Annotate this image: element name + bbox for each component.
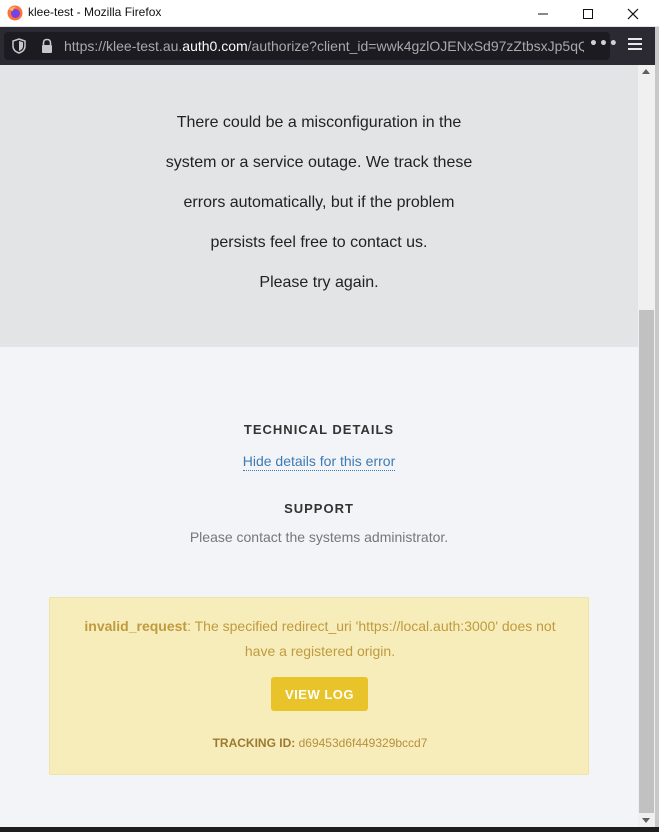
tracking-id-row: TRACKING ID: d69453d6f449329bccd7: [50, 736, 590, 750]
minimize-icon: [538, 13, 548, 14]
error-message-text: : The specified redirect_uri 'https://lo…: [187, 618, 556, 659]
close-icon: [627, 8, 639, 19]
tracking-id-label: TRACKING ID:: [212, 736, 296, 750]
view-log-button[interactable]: VIEW LOG: [271, 677, 368, 711]
error-code: invalid_request: [84, 618, 188, 634]
try-again-text: Please try again.: [259, 274, 379, 291]
maximize-button[interactable]: [565, 0, 611, 27]
vertical-scrollbar[interactable]: [638, 65, 655, 827]
technical-details-heading: TECHNICAL DETAILS: [243, 422, 395, 437]
tracking-id-value: d69453d6f449329bccd7: [298, 736, 428, 750]
firefox-logo-icon: [7, 5, 23, 21]
hide-details-link-row: Hide details for this error: [0, 453, 638, 471]
window-bottom-edge: [0, 827, 659, 832]
error-message: invalid_request: The specified redirect_…: [70, 614, 570, 664]
window-title: klee-test - Mozilla Firefox: [28, 5, 162, 19]
url-prefix: https://klee-test.au.: [64, 38, 183, 54]
close-button[interactable]: [610, 0, 656, 27]
browser-toolbar: https://klee-test.au.auth0.com/authorize…: [0, 27, 659, 65]
hamburger-icon[interactable]: [628, 38, 642, 52]
background-window-edge: [655, 27, 659, 827]
url-text[interactable]: https://klee-test.au.auth0.com/authorize…: [64, 38, 584, 54]
error-description: There could be a misconfiguration in the…: [0, 103, 638, 303]
scrollbar-thumb[interactable]: [639, 310, 654, 813]
scroll-down-arrow-icon[interactable]: [642, 818, 650, 823]
address-bar[interactable]: https://klee-test.au.auth0.com/authorize…: [4, 32, 618, 60]
error-description-panel: There could be a misconfiguration in the…: [0, 65, 638, 347]
page-content: There could be a misconfiguration in the…: [0, 65, 638, 827]
minimize-button[interactable]: [520, 0, 566, 27]
page-actions-more-icon[interactable]: •••: [589, 36, 619, 52]
scroll-up-arrow-icon[interactable]: [642, 69, 650, 74]
maximize-icon: [583, 8, 593, 19]
lock-icon[interactable]: [40, 38, 54, 54]
error-details-box: invalid_request: The specified redirect_…: [49, 597, 589, 775]
url-path: /authorize?client_id=wwk4gzlOJENxSd97zZt…: [247, 38, 584, 54]
tracking-protection-shield-icon[interactable]: [12, 38, 26, 54]
support-text: Please contact the systems administrator…: [189, 529, 449, 545]
hide-details-link[interactable]: Hide details for this error: [242, 453, 396, 471]
url-host: auth0.com: [182, 38, 248, 54]
error-explanation: There could be a misconfiguration in the…: [165, 114, 473, 251]
support-heading: SUPPORT: [284, 501, 354, 516]
window-titlebar: klee-test - Mozilla Firefox: [0, 0, 659, 27]
